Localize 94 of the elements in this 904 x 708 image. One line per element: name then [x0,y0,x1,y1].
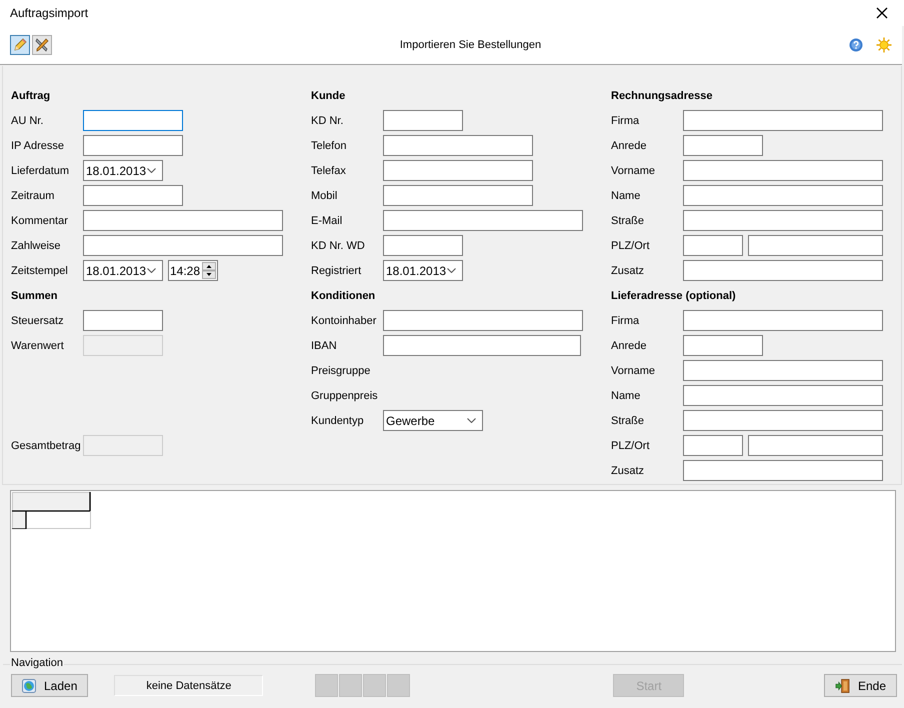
field-label: Mobil [311,190,338,202]
chevron-icon [147,268,156,273]
field-label: Straße [611,214,646,226]
field-label: Zeitstempel [11,264,69,276]
section-heading: Konditionen [311,290,376,302]
field-label: Name [611,190,642,202]
date-picker[interactable]: 18.01.2013 [83,260,163,281]
field-label: Vorname [611,364,656,376]
field-label: Zusatz [611,464,646,476]
spinner-icon[interactable] [202,262,216,279]
text-field[interactable] [683,335,763,356]
field-label: Name [611,390,642,402]
text-field[interactable] [383,160,533,181]
field-label: KD Nr. [311,114,344,126]
globe-icon [22,678,36,692]
field-label: Zahlweise [11,240,62,252]
field-label: Registriert [311,264,362,276]
door-icon [835,678,850,694]
exit-button[interactable]: Ende [824,674,897,697]
close-icon[interactable] [876,7,888,19]
chevron-icon [147,168,156,173]
city-field[interactable] [748,435,883,456]
field-label: Steuersatz [11,314,65,326]
load-button[interactable]: Laden [11,674,88,697]
field-label: IBAN [311,340,338,352]
text-field[interactable] [683,410,883,431]
text-field[interactable] [383,310,583,331]
window-title: Auftragsimport [10,6,88,20]
text-field[interactable] [383,135,533,156]
field-label: Vorname [611,164,656,176]
text-field[interactable] [683,210,883,231]
dropdown[interactable]: Gewerbe [383,410,483,431]
section-heading: Summen [11,290,58,302]
field-label: PLZ/Ort [611,440,651,452]
field-label: AU Nr. [11,114,44,126]
status-display: keine Datensätze [114,675,264,696]
group-label: Navigation [10,657,64,669]
field-label: Firma [611,114,640,126]
section-heading: Lieferadresse (optional) [611,290,736,302]
chevron-icon [467,418,476,423]
text-field[interactable] [383,335,581,356]
section-heading: Auftrag [11,90,50,102]
postcode-field[interactable] [683,235,743,256]
date-picker[interactable]: 18.01.2013 [383,260,463,281]
field-label: Preisgruppe [311,364,372,376]
text-field[interactable] [683,310,883,331]
field-label: Anrede [611,140,648,152]
help-icon[interactable] [849,38,863,52]
field-label: Anrede [611,340,648,352]
field-label: Kontoinhaber [311,314,378,326]
section-heading: Rechnungsadresse [611,90,712,102]
field-label: IP Adresse [11,140,65,152]
field-label: Zusatz [611,264,646,276]
text-field[interactable] [383,210,583,231]
text-field[interactable] [83,210,283,231]
postcode-field[interactable] [683,435,743,456]
text-field[interactable] [383,110,463,131]
text-field[interactable] [683,110,883,131]
field-label: Warenwert [11,340,65,352]
field-label: Kundentyp [311,414,365,426]
chevron-icon [447,268,456,273]
text-field[interactable] [83,235,283,256]
text-field[interactable] [683,260,883,281]
field-label: Zeitraum [11,190,56,202]
section-heading: Kunde [311,90,346,102]
text-field[interactable] [683,385,883,406]
field-label: KD Nr. WD [311,240,366,252]
text-field[interactable] [83,310,163,331]
text-field[interactable] [683,135,763,156]
field-label: Kommentar [11,214,69,226]
field-label: Telefon [311,140,348,152]
text-field[interactable] [683,160,883,181]
time-field[interactable]: 14:28 [168,260,218,281]
field-label: Gesamtbetrag [11,440,82,452]
text-field[interactable] [683,460,883,481]
city-field[interactable] [748,235,883,256]
toolbar-title: Importieren Sie Bestellungen [398,39,542,51]
text-field[interactable] [383,235,463,256]
field-label: Gruppenpreis [311,390,379,402]
field-label: Straße [611,414,646,426]
text-field[interactable] [683,360,883,381]
text-field[interactable] [383,185,533,206]
text-field[interactable] [83,185,183,206]
text-field[interactable] [83,135,183,156]
field-label: Telefax [311,164,347,176]
text-field[interactable] [683,185,883,206]
pencil-button[interactable] [10,35,30,55]
date-picker[interactable]: 18.01.2013 [83,160,163,181]
field-label: PLZ/Ort [611,240,651,252]
tools-button[interactable] [32,35,52,55]
field-label: Firma [611,314,640,326]
text-field[interactable] [83,110,183,131]
field-label: Lieferdatum [11,164,70,176]
field-label: E-Mail [311,214,344,226]
